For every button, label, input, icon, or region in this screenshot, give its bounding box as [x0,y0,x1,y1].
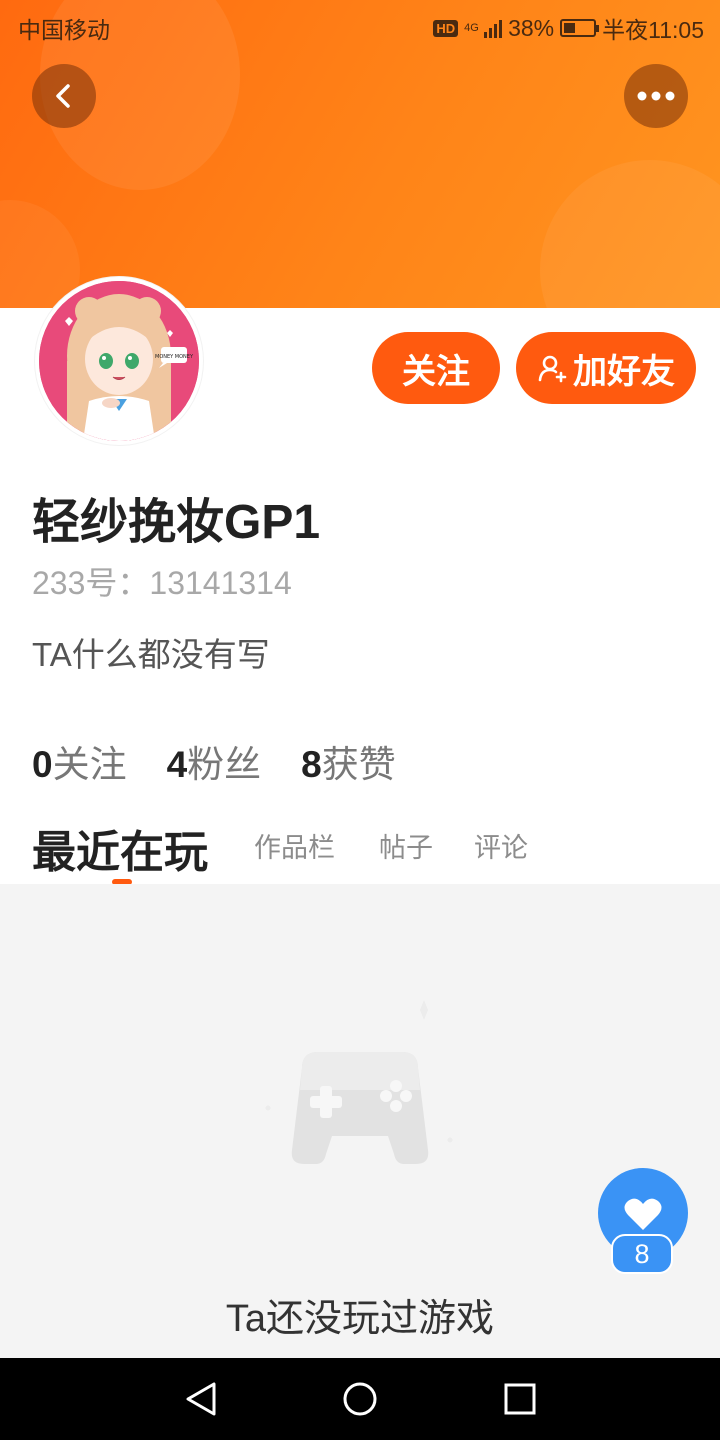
profile-stats: 0关注 4粉丝 8获赞 [32,734,396,788]
user-bio: TA什么都没有写 [32,636,270,673]
ellipsis-icon [637,91,675,101]
chevron-left-icon [56,84,70,108]
anime-girl-illustration: MONEY MONEY [39,281,199,441]
stat-likes[interactable]: 8获赞 [301,734,396,788]
carrier-name: 中国移动 [18,17,110,43]
tab-posts[interactable]: 帖子 [379,826,433,865]
square-recents-icon[interactable] [503,1380,537,1418]
profile-tabs: 最近在玩 作品栏 帖子 评论 [32,812,692,877]
signal-icon [484,18,503,38]
system-navigation-bar [0,1358,720,1440]
tab-works[interactable]: 作品栏 [254,826,335,865]
heart-icon [624,1198,662,1230]
tab-recently-played[interactable]: 最近在玩 [32,816,208,880]
add-user-icon [538,355,567,383]
stat-followers-count: 4 [166,744,188,785]
avatar-image: MONEY MONEY [39,281,199,441]
stat-likes-count: 8 [301,744,322,785]
follow-button[interactable]: 关注 [372,332,500,404]
like-count-badge: 8 [611,1234,673,1274]
circle-home-icon[interactable] [342,1380,378,1418]
avatar-badge-text: MONEY MONEY [155,354,194,360]
add-friend-button-label: 加好友 [573,352,675,391]
follow-button-label: 关注 [402,352,470,391]
empty-state-text: Ta还没玩过游戏 [225,1298,495,1340]
battery-percent: 38% [508,14,555,41]
more-options-button[interactable] [624,64,688,128]
tab-comments[interactable]: 评论 [474,826,528,865]
stat-following-label: 关注 [52,744,127,785]
battery-charging-icon [560,19,600,37]
user-id: 233号：13141314 [32,565,292,601]
stat-followers-label: 粉丝 [187,744,262,785]
header-decoration [0,200,80,308]
status-bar: 中国移动 HD 4G 38% 半夜11:05 [0,0,720,50]
gamepad-icon [265,1000,453,1164]
add-friend-button[interactable]: 加好友 [516,332,696,404]
stat-followers[interactable]: 4粉丝 [167,734,262,788]
stat-following-count: 0 [32,744,53,785]
stat-likes-label: 获赞 [321,744,396,785]
header-decoration [540,160,720,308]
avatar[interactable]: MONEY MONEY [35,277,203,445]
username: 轻纱挽妆GP1 [32,496,321,549]
network-type: 4G [464,22,479,34]
triangle-back-icon[interactable] [184,1380,218,1418]
hd-icon: HD [433,19,459,37]
clock: 半夜11:05 [602,17,704,43]
back-button[interactable] [32,64,96,128]
stat-following[interactable]: 0关注 [32,734,127,788]
